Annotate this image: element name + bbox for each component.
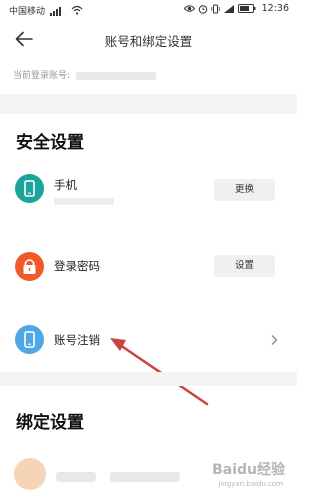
alarm-icon xyxy=(198,4,207,14)
clock: 12:36 xyxy=(261,3,289,14)
change-phone-button[interactable]: 更换 xyxy=(214,179,275,201)
watermark-url: jingyan.baidu.com xyxy=(218,480,283,488)
phone-setting-row[interactable]: 手机 更换 xyxy=(0,160,297,216)
password-setting-row[interactable]: 登录密码 设置 xyxy=(0,240,297,296)
binding-item-sub-blurred xyxy=(110,472,180,482)
password-label: 登录密码 xyxy=(54,259,100,273)
eye-icon xyxy=(183,5,195,12)
current-account: 当前登录账号: xyxy=(13,68,157,81)
binding-item-label-blurred xyxy=(56,472,96,482)
account-cancel-row[interactable]: 账号注销 xyxy=(0,312,297,368)
account-cancel-label: 账号注销 xyxy=(54,333,100,347)
chevron-right-icon xyxy=(271,335,278,345)
phone-number-blurred xyxy=(54,198,114,205)
watermark: Baidu经验 xyxy=(212,462,285,478)
security-section-title: 安全设置 xyxy=(16,133,84,153)
battery-icon xyxy=(237,4,256,13)
status-bar: 中国移动 12:36 xyxy=(0,0,297,20)
phone-label: 手机 xyxy=(54,178,77,192)
vibrate-icon xyxy=(211,4,220,13)
signal-icon xyxy=(50,7,61,16)
page-title: 账号和绑定设置 xyxy=(104,34,193,49)
section-divider xyxy=(0,372,297,386)
carrier-name: 中国移动 xyxy=(9,7,46,17)
set-password-button[interactable]: 设置 xyxy=(214,255,275,277)
current-account-label: 当前登录账号: xyxy=(13,71,71,81)
phone-icon xyxy=(15,174,44,203)
lock-icon xyxy=(15,252,44,281)
phone-icon xyxy=(15,325,44,354)
binding-item-icon xyxy=(14,458,46,490)
section-divider xyxy=(0,94,297,114)
cell-signal-icon xyxy=(223,4,234,13)
binding-section-title: 绑定设置 xyxy=(16,413,84,433)
account-number-blurred xyxy=(76,71,157,80)
wifi-icon xyxy=(71,5,83,15)
